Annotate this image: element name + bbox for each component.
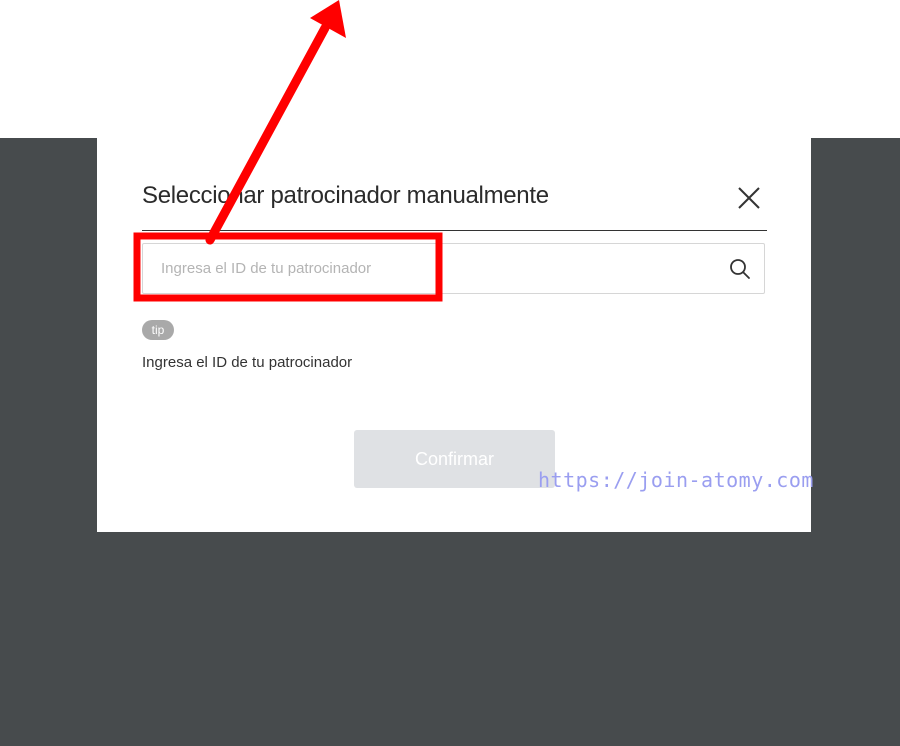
title-divider [142,230,767,231]
search-button[interactable] [728,257,752,281]
close-icon [738,187,760,209]
modal-title: Seleccionar patrocinador manualmente [142,182,549,209]
confirm-button[interactable]: Confirmar [354,430,555,488]
watermark-text: https://join-atomy.com [538,468,814,492]
search-icon [730,259,750,279]
tip-text: Ingresa el ID de tu patrocinador [142,354,353,371]
close-button[interactable] [735,184,763,212]
sponsor-id-input[interactable] [143,244,721,293]
pointer-arrow-head [310,0,346,38]
sponsor-search-box [142,243,765,294]
tip-badge: tip [142,320,174,340]
page: Seleccionar patrocinador manualmente tip… [0,0,900,746]
